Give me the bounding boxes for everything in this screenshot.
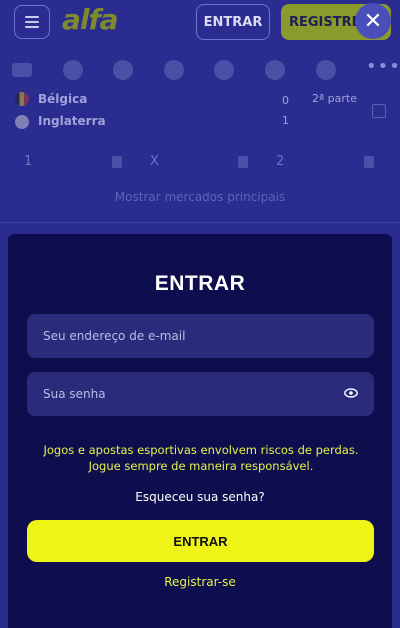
lock-icon xyxy=(238,156,248,168)
match-period: 2ª parte xyxy=(312,92,358,105)
password-input[interactable] xyxy=(41,386,374,402)
header-login-button[interactable]: ENTRAR xyxy=(196,4,270,40)
hockey-icon[interactable] xyxy=(316,60,336,80)
brand-logo[interactable]: alfa xyxy=(62,3,119,36)
show-more-markets-link[interactable]: Mostrar mercados principais xyxy=(0,190,400,204)
divider xyxy=(0,222,400,223)
belgium-flag-icon xyxy=(15,92,29,106)
hamburger-menu-button[interactable] xyxy=(14,5,50,39)
sports-nav: ••• xyxy=(0,56,400,86)
login-modal: ENTRAR Jogos e apostas esportivas envolv… xyxy=(8,234,392,628)
score-home: 0 xyxy=(282,94,289,107)
score-away: 1 xyxy=(282,114,289,127)
stats-icon[interactable] xyxy=(372,104,386,118)
responsible-gambling-warning: Jogos e apostas esportivas envolvem risc… xyxy=(43,443,359,473)
odds-label-1[interactable]: 1 xyxy=(24,154,32,169)
email-input[interactable] xyxy=(41,328,374,344)
odds-label-x[interactable]: X xyxy=(150,154,159,169)
modal-title: ENTRAR xyxy=(154,272,246,295)
top-bar: alfa ENTRAR REGISTRE ✕ xyxy=(0,0,400,46)
password-field[interactable] xyxy=(27,372,374,416)
american-football-icon[interactable] xyxy=(214,60,234,80)
basketball-icon[interactable] xyxy=(113,60,133,80)
odds-label-2[interactable]: 2 xyxy=(276,154,284,169)
team-away: Inglaterra xyxy=(38,114,106,128)
close-icon[interactable]: ✕ xyxy=(355,3,391,39)
match-row[interactable]: Bélgica Inglaterra 0 1 2ª parte xyxy=(0,88,400,134)
tennis-icon[interactable] xyxy=(164,60,184,80)
odds-row: 1 X 2 xyxy=(0,150,400,176)
volleyball-icon[interactable] xyxy=(265,60,285,80)
login-submit-button[interactable]: ENTRAR xyxy=(27,520,374,562)
register-link[interactable]: Registrar-se xyxy=(8,575,392,589)
email-field[interactable] xyxy=(27,314,374,358)
more-sports-icon[interactable]: ••• xyxy=(366,56,400,77)
lock-icon xyxy=(112,156,122,168)
forgot-password-link[interactable]: Esqueceu sua senha? xyxy=(8,490,392,504)
soccer-icon[interactable] xyxy=(63,60,83,80)
england-flag-icon xyxy=(15,115,29,129)
lock-icon xyxy=(364,156,374,168)
show-password-eye-icon[interactable] xyxy=(344,388,358,398)
live-icon[interactable] xyxy=(12,63,32,77)
team-home: Bélgica xyxy=(38,92,88,106)
